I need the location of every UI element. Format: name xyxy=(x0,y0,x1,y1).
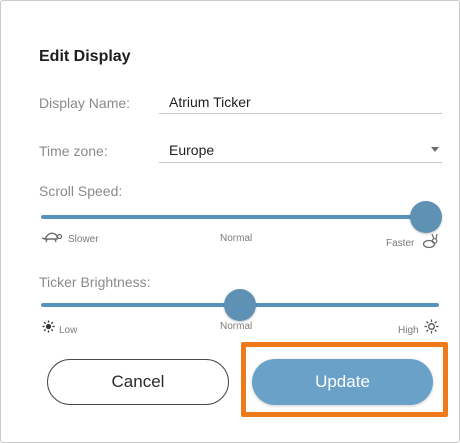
display-name-input[interactable] xyxy=(159,91,442,114)
scroll-mid-label: Normal xyxy=(220,233,253,244)
scroll-speed-label: Scroll Speed: xyxy=(39,183,123,199)
sun-high-icon xyxy=(424,319,439,334)
dialog-title: Edit Display xyxy=(39,48,131,65)
time-zone-label: Time zone: xyxy=(39,143,108,159)
chevron-down-icon[interactable] xyxy=(431,147,439,152)
ticker-brightness-slider-thumb[interactable] xyxy=(224,289,256,321)
turtle-icon xyxy=(41,232,63,243)
time-zone-select[interactable]: Europe xyxy=(159,139,442,163)
cancel-button[interactable]: Cancel xyxy=(47,359,229,405)
ticker-brightness-label: Ticker Brightness: xyxy=(39,274,151,290)
brightness-mid-label: Normal xyxy=(220,321,253,332)
sun-low-icon xyxy=(42,320,55,333)
rabbit-icon xyxy=(422,233,438,249)
brightness-min-label: Low xyxy=(59,325,78,336)
scroll-min-label: Slower xyxy=(68,234,99,245)
brightness-max-label: High xyxy=(398,325,419,336)
display-name-label: Display Name: xyxy=(39,95,131,111)
stage: Edit Display Display Name: Time zone: Eu… xyxy=(0,0,460,443)
scroll-speed-slider-track[interactable] xyxy=(41,215,439,219)
update-button[interactable]: Update xyxy=(252,359,433,405)
edit-display-dialog: Edit Display Display Name: Time zone: Eu… xyxy=(0,0,460,443)
scroll-speed-slider-thumb[interactable] xyxy=(410,201,442,233)
time-zone-value: Europe xyxy=(169,142,215,158)
scroll-max-label: Faster xyxy=(386,238,415,249)
